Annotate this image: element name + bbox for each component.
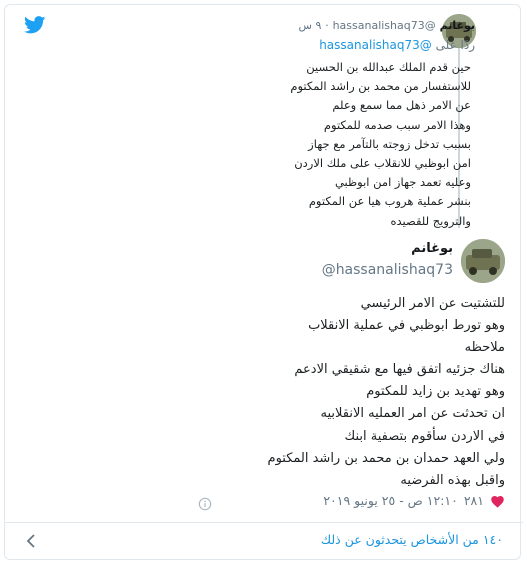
- tweet-timestamp[interactable]: ١٢:١٠ ص - ٢٥ يونيو ٢٠١٩: [323, 493, 458, 508]
- heart-icon[interactable]: [490, 494, 505, 508]
- tweet-line: في الاردن سأقوم بتصفية ابنك: [344, 428, 505, 444]
- reply-header: بوغانم @hassanalishaq73 · ٩ س: [299, 18, 475, 32]
- reply-line: عن الامر ذهل مما سمع وعلم: [332, 98, 471, 113]
- reply-author-handle[interactable]: @hassanalishaq73: [333, 19, 436, 32]
- tweet-line: واقبل بهذه الفرضيه: [400, 472, 505, 488]
- tweet-line: وهو تورط ابوظبي في عملية الانقلاب: [308, 318, 505, 334]
- reply-line: للاستفسار من محمد بن راشد المكتوم: [290, 79, 471, 94]
- reply-time[interactable]: ٩ س: [299, 19, 322, 32]
- like-count[interactable]: ٢٨١: [464, 493, 484, 508]
- reply-line: امن ابوظبي للانقلاب على ملك الاردن: [294, 156, 471, 171]
- reply-line: وعليه تعمد جهاز امن ابوظبي: [334, 175, 471, 190]
- people-talking-link[interactable]: ١٤٠ من الأشخاص يتحدثون عن ذلك: [321, 532, 503, 547]
- tweet-author-handle[interactable]: @hassanalishaq73: [322, 262, 453, 278]
- tweet-line: ولي العهد حمدان بن محمد بن راشد المكتوم: [267, 450, 505, 466]
- twitter-bird-icon[interactable]: [24, 16, 46, 34]
- tweet-line: وهو تهديد بن زايد للمكتوم: [366, 384, 505, 400]
- reply-line: حين قدم الملك عبدالله بن الحسين: [306, 60, 471, 74]
- tweet-line: ملاحظه: [464, 340, 505, 356]
- reply-line: بنشر عملية هروب هيا عن المكتوم: [308, 194, 471, 209]
- tweet-text: للتشتيت عن الامر الرئيسي وهو تورط ابوظبي…: [85, 293, 505, 492]
- tweet-meta: ٢٨١ ١٢:١٠ ص - ٢٥ يونيو ٢٠١٩: [323, 493, 505, 508]
- replying-to-mention[interactable]: @hassanalishaq73: [319, 38, 432, 52]
- chevron-left-icon[interactable]: [26, 534, 36, 548]
- replying-to-prefix: ردًا على: [435, 38, 475, 52]
- reply-line: والترويج للقصيده: [390, 213, 471, 228]
- tweet-line: هناك جزئيه اتفق فيها مع شقيقي الادعم: [294, 362, 505, 378]
- people-talking-row[interactable]: ١٤٠ من الأشخاص يتحدثون عن ذلك: [4, 523, 523, 559]
- replying-to-line: ردًا على @hassanalishaq73: [319, 38, 475, 52]
- info-icon[interactable]: [198, 497, 212, 511]
- tweet-line: ان تحدثت عن امر العمليه الانقلابيه: [320, 406, 505, 422]
- reply-line: بسبب تدخل زوجته بالتآمر مع جهاز: [308, 136, 471, 151]
- tweet-author-name[interactable]: بوغانم: [411, 241, 453, 256]
- reply-time-separator: ·: [325, 19, 329, 32]
- tweet-line: للتشتيت عن الامر الرئيسي: [360, 296, 505, 311]
- reply-line: وهذا الامر سبب صدمه للمكتوم: [323, 117, 471, 132]
- avatar-image: [461, 239, 505, 283]
- reply-text: حين قدم الملك عبدالله بن الحسين للاستفسا…: [211, 58, 471, 231]
- avatar[interactable]: [461, 239, 505, 283]
- reply-author-name[interactable]: بوغانم: [440, 19, 475, 32]
